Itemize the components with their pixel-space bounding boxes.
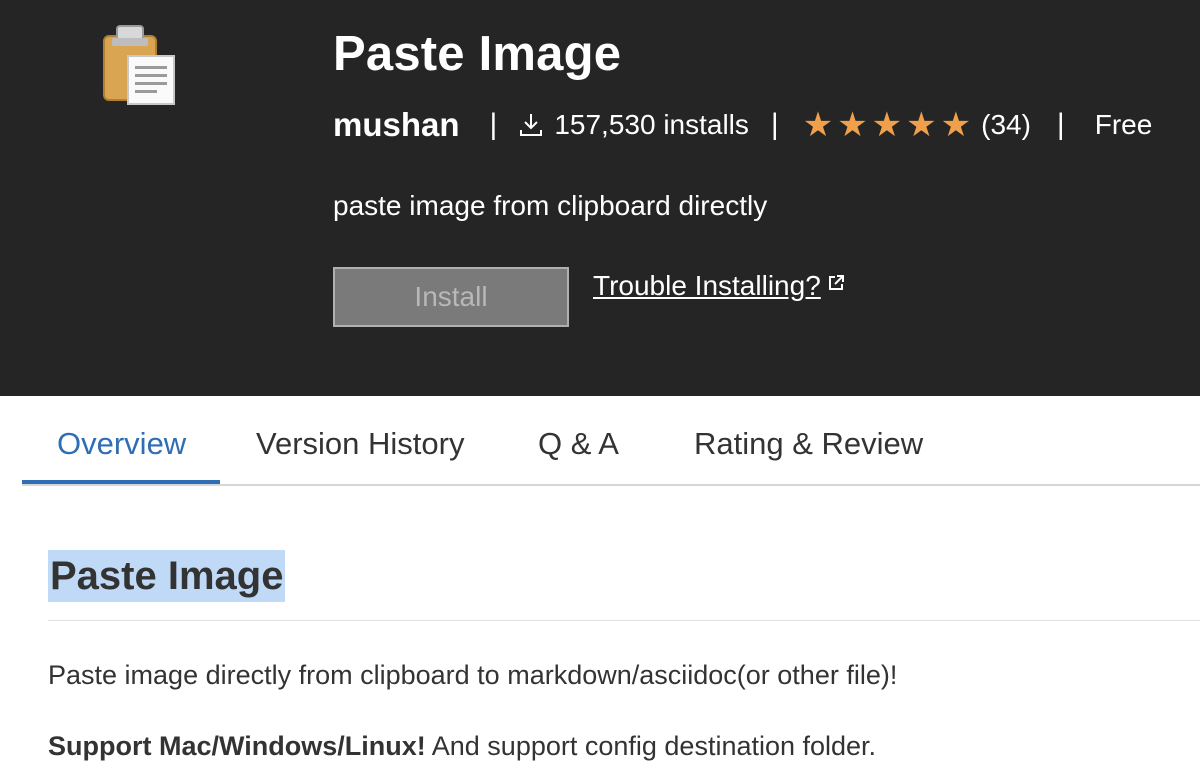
active-tab-indicator: [22, 480, 220, 484]
extension-header: Paste Image mushan | 157,530 installs | …: [0, 0, 1200, 396]
install-button[interactable]: Install: [333, 267, 569, 327]
details-tabs: Overview Version History Q & A Rating & …: [22, 396, 1200, 486]
overview-paragraph: Support Mac/Windows/Linux! And support c…: [48, 731, 876, 762]
tab-version-history[interactable]: Version History: [256, 426, 464, 462]
trouble-installing-label: Trouble Installing?: [593, 270, 821, 301]
meta-separator: |: [770, 108, 779, 141]
tab-q-and-a[interactable]: Q & A: [538, 426, 619, 462]
support-platforms-text: Support Mac/Windows/Linux!: [48, 731, 426, 761]
star-icon: ★: [802, 105, 834, 145]
extension-meta: mushan | 157,530 installs | ★ ★ ★ ★ ★ (3…: [333, 103, 1152, 147]
overview-paragraph: Paste image directly from clipboard to m…: [48, 660, 898, 690]
extension-description: paste image from clipboard directly: [333, 190, 768, 221]
tab-overview[interactable]: Overview: [57, 426, 186, 462]
star-icon: ★: [906, 105, 937, 145]
heading-divider: [48, 620, 1200, 621]
rating-stars[interactable]: ★ ★ ★ ★ ★ (34): [803, 108, 1031, 142]
rating-count: (34): [981, 109, 1031, 140]
meta-separator: |: [1056, 108, 1065, 141]
clipboard-icon: [103, 25, 175, 105]
external-link-icon: [828, 275, 844, 290]
star-icon: ★: [871, 105, 903, 145]
trouble-installing-link[interactable]: Trouble Installing?: [593, 270, 845, 302]
download-icon: [520, 114, 543, 136]
overview-heading: Paste Image: [48, 550, 286, 602]
price-label: Free: [1094, 109, 1153, 140]
install-count: 157,530 installs: [554, 109, 749, 140]
star-icon: ★: [940, 105, 972, 145]
extension-title: Paste Image: [333, 27, 622, 81]
publisher-name[interactable]: mushan: [333, 106, 460, 144]
support-config-text: And support config destination folder.: [425, 731, 877, 761]
tab-rating-review[interactable]: Rating & Review: [694, 426, 923, 462]
star-icon: ★: [837, 105, 868, 145]
meta-separator: |: [489, 108, 498, 141]
